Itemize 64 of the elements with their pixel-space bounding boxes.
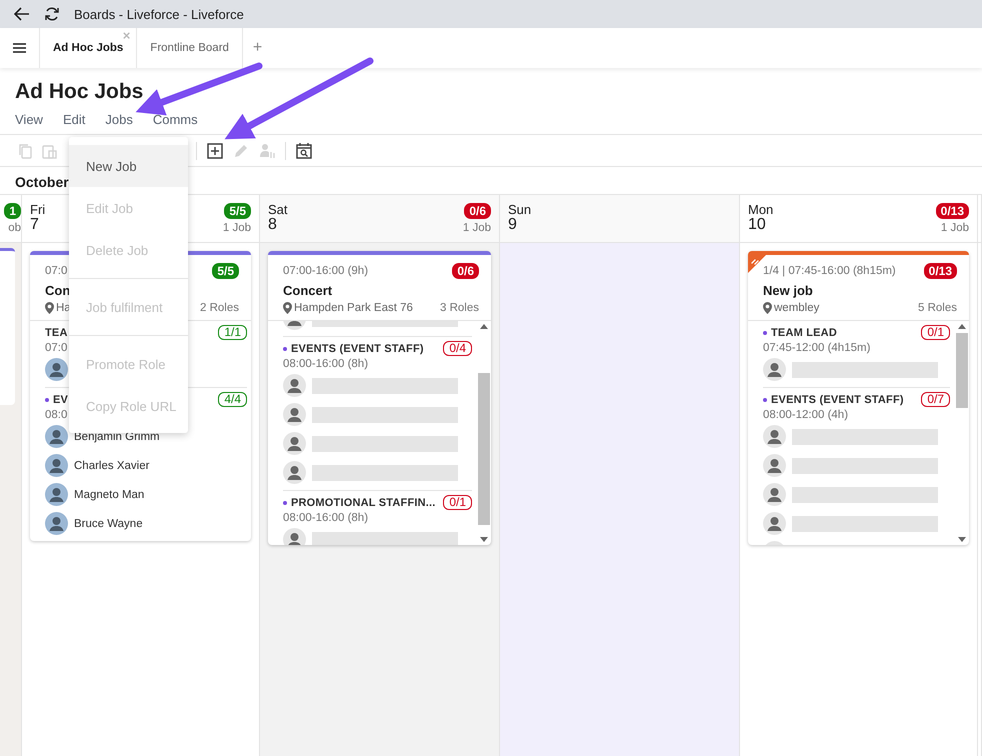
day-name: Sun bbox=[508, 203, 532, 216]
page-title: Ad Hoc Jobs bbox=[15, 80, 144, 104]
role-time: 07:0 bbox=[45, 342, 68, 354]
job-card[interactable]: 07:00-16:00 (9h) 0/6 Concert Hampden Park East 76 3 Roles EVENTS (EVENT STAFF) 0/4 08:00-16:00 (8h) PROMOTIONAL STAFFIN... 0/1 08:00-16:00 (8h) bbox=[268, 251, 491, 545]
day-job-count: 1 Job bbox=[462, 222, 491, 234]
job-fill-count: 0/6 bbox=[452, 263, 479, 279]
role-name: TEA bbox=[45, 326, 68, 338]
person-name: Bruce Wayne bbox=[74, 518, 143, 530]
role-name: EVENTS (EVENT STAFF) bbox=[763, 394, 904, 406]
menu-item[interactable]: Edit bbox=[62, 112, 86, 127]
job-location: Hampden Park East 76 bbox=[294, 302, 413, 314]
menu-item[interactable]: View bbox=[15, 112, 43, 127]
role-time: 07:45-12:00 (4h15m) bbox=[763, 342, 872, 354]
role-time: 08:00-12:00 (4h) bbox=[763, 409, 850, 421]
day-job-count: ob bbox=[8, 222, 21, 234]
role-name: EV bbox=[45, 394, 68, 406]
day-job-count: 1 Job bbox=[940, 222, 969, 234]
day-fill-count: 1 bbox=[4, 203, 21, 219]
job-title: New job bbox=[763, 283, 814, 298]
role-fill-count: 1/1 bbox=[218, 325, 247, 340]
day-name: Mon bbox=[748, 203, 774, 216]
job-fill-count: 5/5 bbox=[212, 263, 239, 279]
day-number: 9 bbox=[508, 216, 518, 234]
window-title: Boards - Liveforce - Liveforce bbox=[74, 6, 244, 22]
role-time: 08:0 bbox=[45, 409, 68, 421]
board-tab[interactable]: Frontline Board bbox=[137, 28, 243, 68]
job-card[interactable]: 1/4 | 07:45-16:00 (8h15m) 0/13 New job wembley 5 Roles TEAM LEAD 0/1 07:45-12:00 (4h15m) EVENTS (EVENT STAFF) 0/7 08:00-12:00 (4h) bbox=[748, 251, 969, 545]
day-fill-count: 0/13 bbox=[936, 203, 969, 219]
job-title: Con bbox=[45, 283, 72, 298]
day-name: Sat bbox=[268, 203, 288, 216]
job-location: wembley bbox=[774, 302, 820, 314]
day-number: 10 bbox=[748, 216, 767, 234]
role-fill-count: 4/4 bbox=[218, 392, 247, 407]
board-tab[interactable]: Ad Hoc Jobs × bbox=[40, 28, 138, 68]
month-label: October bbox=[14, 173, 70, 192]
day-job-count: 1 Job bbox=[222, 222, 251, 234]
roles-count: 5 Roles bbox=[918, 302, 957, 314]
day-fill-count: 0/6 bbox=[464, 203, 491, 219]
role-fill-count: 0/7 bbox=[921, 392, 950, 407]
role-time: 08:00-16:00 (8h) bbox=[283, 512, 370, 524]
roles-count: 2 Roles bbox=[200, 302, 239, 314]
job-fill-count: 0/13 bbox=[924, 263, 957, 279]
day-number: 8 bbox=[268, 216, 278, 234]
menu-item[interactable]: Jobs bbox=[105, 112, 133, 127]
job-title: Concert bbox=[283, 283, 334, 298]
day-name: Fri bbox=[30, 203, 46, 216]
new-tab-button[interactable]: + bbox=[242, 28, 272, 68]
person-name: Charles Xavier bbox=[74, 460, 150, 472]
role-time: 08:00-16:00 (8h) bbox=[283, 358, 370, 370]
day-fill-count: 5/5 bbox=[224, 203, 251, 219]
role-name: PROMOTIONAL STAFFIN... bbox=[283, 496, 436, 508]
roles-count: 3 Roles bbox=[440, 302, 479, 314]
role-fill-count: 0/4 bbox=[443, 341, 472, 356]
job-time: 1/4 | 07:45-16:00 (8h15m) bbox=[763, 265, 896, 277]
role-name: EVENTS (EVENT STAFF) bbox=[283, 342, 424, 354]
menu-item[interactable]: Comms bbox=[152, 112, 198, 127]
day-number: 7 bbox=[30, 216, 40, 234]
job-time: 07:0 bbox=[45, 265, 68, 277]
dropdown-item[interactable]: New Job bbox=[69, 145, 188, 187]
role-name: TEAM LEAD bbox=[763, 326, 837, 338]
job-time: 07:00-16:00 (9h) bbox=[283, 265, 368, 277]
role-fill-count: 0/1 bbox=[921, 325, 950, 340]
person-name: Magneto Man bbox=[74, 488, 144, 500]
role-fill-count: 0/1 bbox=[443, 495, 472, 510]
